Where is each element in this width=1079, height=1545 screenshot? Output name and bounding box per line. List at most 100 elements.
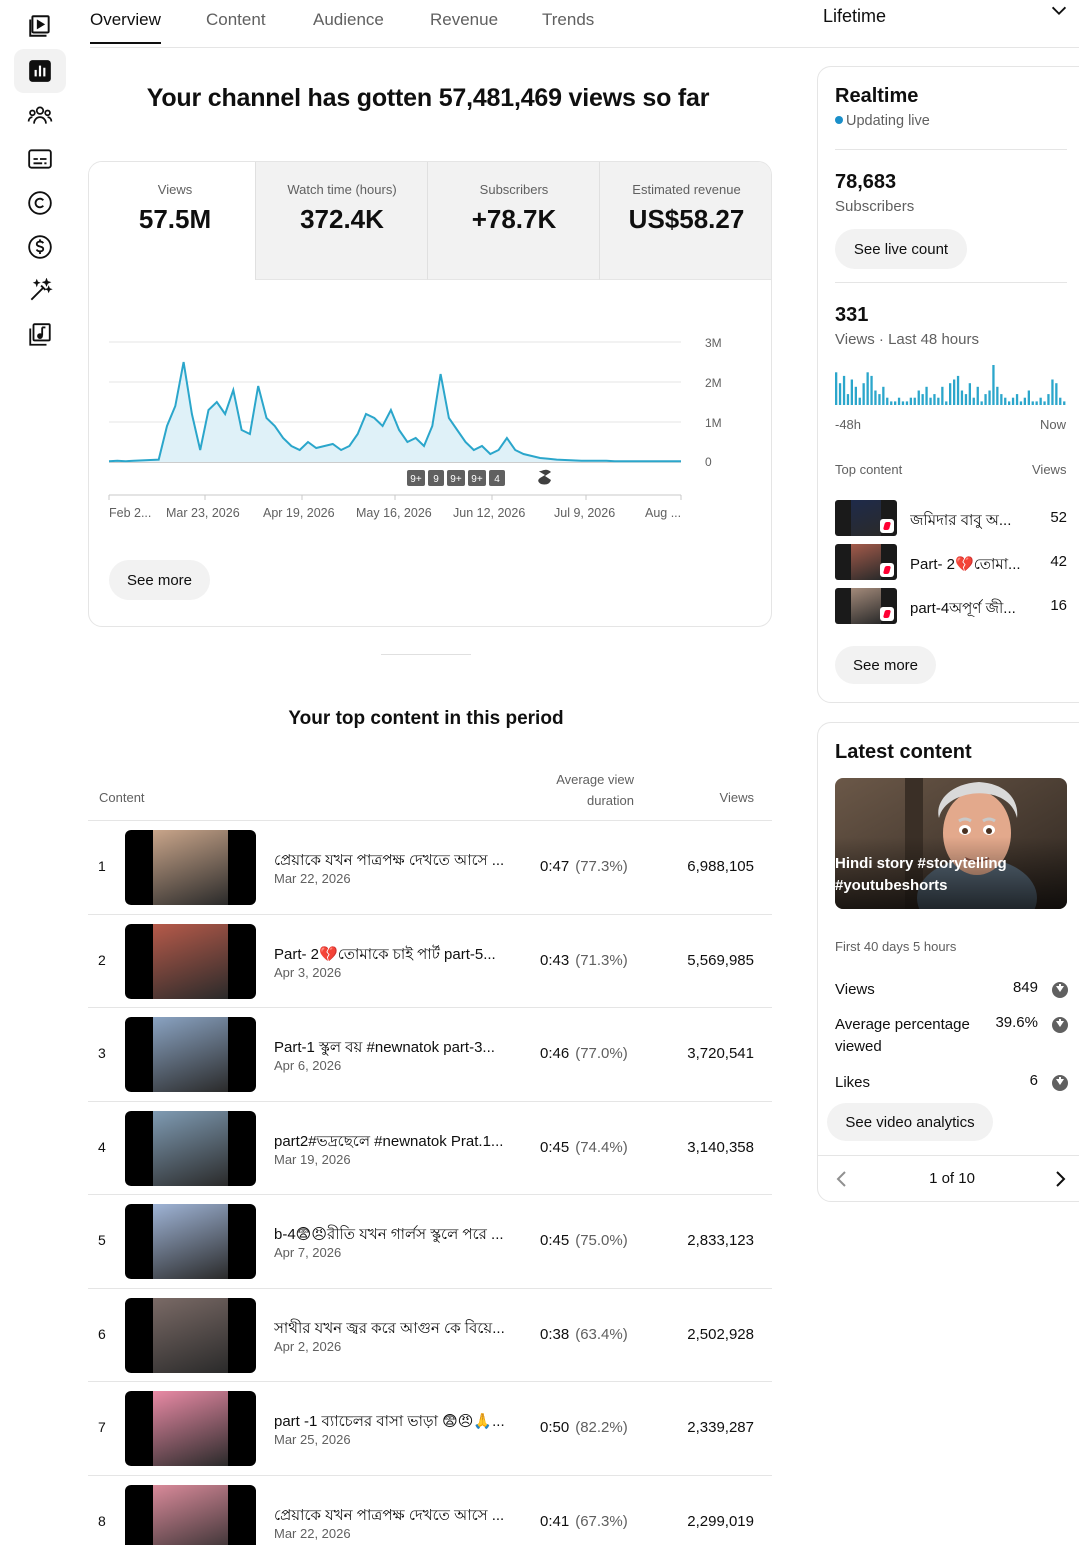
metric-subscribers[interactable]: Subscribers +78.7K <box>427 162 600 280</box>
table-row[interactable]: 1 প্রেয়াকে যখন পাত্রপক্ষ দেখতে আসে ... Ma… <box>88 820 772 914</box>
metric-label: Estimated revenue <box>632 182 741 197</box>
table-row[interactable]: 8 প্রেয়াকে যখন পাত্রপক্ষ দেখতে আসে ... Ma… <box>88 1474 772 1545</box>
svg-text:9+: 9+ <box>471 474 483 485</box>
row-rank: 7 <box>98 1419 106 1435</box>
realtime-bar <box>882 386 885 405</box>
metric-value: 372.4K <box>300 204 384 234</box>
realtime-bar <box>1039 397 1042 405</box>
realtime-bar <box>937 397 940 405</box>
realtime-bar <box>897 397 901 405</box>
video-thumbnail[interactable] <box>125 1297 256 1373</box>
x-tick-label: Apr 19, 2026 <box>263 506 335 520</box>
video-thumbnail[interactable] <box>125 1017 256 1092</box>
realtime-bar-chart[interactable] <box>835 363 1067 407</box>
realtime-bar <box>984 394 987 405</box>
video-thumbnail[interactable] <box>125 830 256 905</box>
subtitles-nav-icon[interactable] <box>14 137 66 181</box>
top-content-item[interactable]: part-4অপূর্ণ জী... 16 <box>835 588 1067 626</box>
avg-view-duration: 0:43 (71.3%) <box>540 952 628 969</box>
video-views: 3,140,358 <box>687 1138 754 1156</box>
video-date: Mar 22, 2026 <box>274 1525 351 1541</box>
metric-revenue[interactable]: Estimated revenue US$58.27 <box>599 162 771 280</box>
top-content-label: Top content <box>835 462 903 477</box>
table-row[interactable]: 6 সাথীর যখন জ্বর করে আগুন কে বিয়ে... Apr … <box>88 1287 772 1382</box>
chevron-left-icon[interactable] <box>834 1169 850 1189</box>
video-date: Apr 2, 2026 <box>274 1338 342 1354</box>
duration-percent: (75.0%) <box>575 1232 628 1249</box>
see-more-button[interactable]: See more <box>109 560 210 600</box>
earn-nav-icon[interactable] <box>14 225 66 269</box>
realtime-bar <box>854 386 857 405</box>
publish-marker[interactable]: 9+ <box>447 470 465 486</box>
chevron-down-icon[interactable] <box>1048 0 1070 22</box>
tab-revenue[interactable]: Revenue <box>430 10 498 42</box>
stat-label-avg-pct: Average percentage viewed <box>835 1016 970 1055</box>
publish-marker[interactable]: 9+ <box>468 470 486 486</box>
video-views: 2,833,123 <box>687 1232 754 1249</box>
realtime-status: Updating live <box>835 113 930 129</box>
video-thumbnail[interactable] <box>125 1391 256 1466</box>
tab-content[interactable]: Content <box>206 10 266 42</box>
video-thumbnail[interactable] <box>125 1204 256 1279</box>
table-row[interactable]: 4 part2#ভদ্রছেলে #newnatok Prat.1... Mar 1… <box>88 1100 772 1195</box>
latest-period: First 40 days 5 hours <box>835 939 957 954</box>
realtime-bar <box>890 401 893 405</box>
subscriber-count: 78,683 <box>835 171 897 193</box>
publish-marker[interactable]: 9 <box>428 470 444 486</box>
tab-overview[interactable]: Overview <box>90 10 161 44</box>
video-thumbnail[interactable] <box>125 1110 256 1186</box>
row-rank: 5 <box>98 1232 106 1248</box>
divider <box>818 1155 1079 1156</box>
table-row[interactable]: 5 b-4😨😠রীতি যখন গার্লস স্কুলে পরে ... Apr … <box>88 1194 772 1288</box>
chevron-right-icon[interactable] <box>1052 1169 1068 1189</box>
y-tick-label: 2M <box>705 376 722 390</box>
realtime-views-count: 331 <box>835 304 869 326</box>
duration-value: 0:38 <box>540 1325 570 1343</box>
video-thumbnail[interactable] <box>125 923 256 999</box>
arrow-down-icon <box>1052 982 1068 998</box>
svg-text:9+: 9+ <box>410 474 422 485</box>
video-thumbnail[interactable] <box>125 1484 256 1545</box>
duration-value: 0:41 <box>540 1512 570 1530</box>
realtime-bar <box>929 397 932 405</box>
realtime-bar <box>956 375 960 405</box>
publish-marker[interactable]: 4 <box>489 470 505 486</box>
tab-trends[interactable]: Trends <box>542 10 594 42</box>
video-views: 16 <box>1050 597 1067 614</box>
column-header-views: Views <box>719 790 754 805</box>
metric-value: US$58.27 <box>628 204 745 234</box>
community-nav-icon[interactable] <box>14 93 66 137</box>
see-live-count-button[interactable]: See live count <box>835 229 967 269</box>
video-date: Apr 6, 2026 <box>274 1058 342 1073</box>
top-content-item[interactable]: Part- 2💔তোমা... 42 <box>835 544 1067 582</box>
table-row[interactable]: 7 part -1 ব্যাচেলর বাসা ভাড়া 😨😠🙏... Mar 2… <box>88 1381 772 1475</box>
video-thumbnail <box>835 588 897 624</box>
realtime-bar <box>842 375 846 405</box>
realtime-bar <box>1043 401 1046 405</box>
table-row[interactable]: 2 Part- 2💔তোমাকে চাই পার্ট part-5... Apr 3… <box>88 913 772 1008</box>
see-video-analytics-button[interactable]: See video analytics <box>827 1103 993 1141</box>
period-selector[interactable]: Lifetime <box>823 6 886 27</box>
shorts-icon[interactable] <box>538 469 551 485</box>
see-more-button[interactable]: See more <box>835 646 936 684</box>
realtime-bar <box>1019 401 1023 405</box>
top-content-item[interactable]: জমিদার বাবু অ... 52 <box>835 500 1067 538</box>
realtime-bar <box>933 394 936 405</box>
duration-percent: (74.4%) <box>575 1138 628 1156</box>
stat-value-views: 849 <box>1012 979 1038 996</box>
views-chart[interactable]: 9+ 9 9+ 9+ 4 3M 2M 1M 0 <box>89 280 771 530</box>
latest-content-title: Latest content <box>835 741 972 763</box>
tab-audience[interactable]: Audience <box>313 10 384 42</box>
analytics-nav-icon[interactable] <box>14 49 66 93</box>
table-row[interactable]: 3 Part-1 স্কুল বয় #newnatok part-3... Apr… <box>88 1007 772 1101</box>
video-views: 2,502,928 <box>687 1325 754 1343</box>
realtime-bar <box>1027 390 1030 405</box>
customization-nav-icon[interactable] <box>14 269 66 313</box>
metric-views[interactable]: Views 57.5M <box>89 162 261 280</box>
publish-marker[interactable]: 9+ <box>407 470 425 486</box>
audio-library-nav-icon[interactable] <box>14 313 66 357</box>
content-nav-icon[interactable] <box>14 4 66 48</box>
metric-watch-time[interactable]: Watch time (hours) 372.4K <box>255 162 428 280</box>
realtime-bar <box>901 401 905 405</box>
copyright-nav-icon[interactable] <box>14 181 66 225</box>
